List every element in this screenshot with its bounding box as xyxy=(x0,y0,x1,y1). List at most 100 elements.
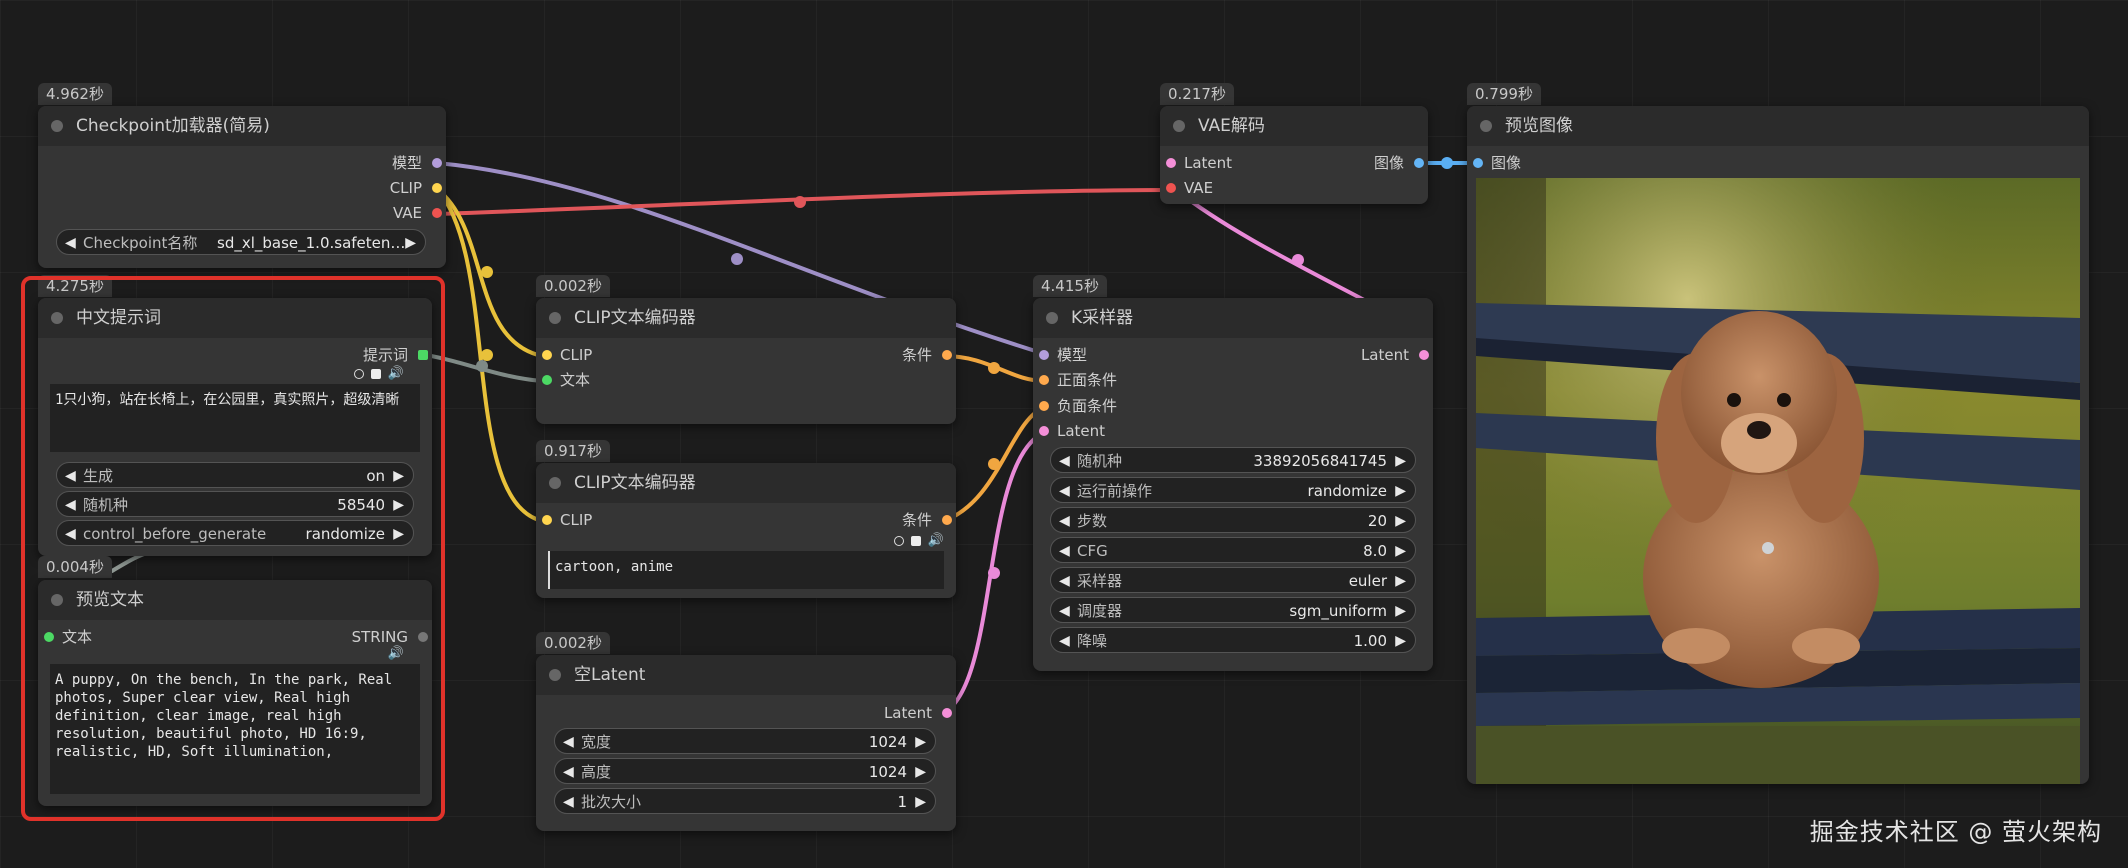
left-arrow-icon[interactable]: ◀ xyxy=(65,230,76,254)
seed-number[interactable]: ◀ 随机种 58540 ▶ xyxy=(56,491,414,517)
port-dot-icon[interactable] xyxy=(432,208,442,218)
output-string[interactable]: STRING xyxy=(352,626,432,648)
input-negative[interactable]: 负面条件 xyxy=(1033,395,1117,417)
checkpoint-loader-node[interactable]: Checkpoint加载器(简易) 模型 CLIP VAE ◀ Checkpoi… xyxy=(38,106,446,268)
ksampler-node[interactable]: K采样器 模型 正面条件 负面条件 Latent Latent ◀ 随机种 33… xyxy=(1033,298,1433,671)
width-number[interactable]: ◀ 宽度 1024 ▶ xyxy=(554,728,936,754)
right-arrow-icon[interactable]: ▶ xyxy=(1395,508,1406,532)
input-clip[interactable]: CLIP xyxy=(536,344,592,366)
port-dot-icon[interactable] xyxy=(942,708,952,718)
input-image[interactable]: 图像 xyxy=(1467,152,1521,174)
node-title[interactable]: 预览文本 xyxy=(38,580,432,620)
empty-latent-node[interactable]: 空Latent Latent ◀ 宽度 1024 ▶ ◀ 高度 1024 ▶ ◀… xyxy=(536,655,956,831)
right-arrow-icon[interactable]: ▶ xyxy=(1395,478,1406,502)
node-title[interactable]: Checkpoint加载器(简易) xyxy=(38,106,446,146)
right-arrow-icon[interactable]: ▶ xyxy=(1395,598,1406,622)
port-dot-icon[interactable] xyxy=(44,632,54,642)
right-arrow-icon[interactable]: ▶ xyxy=(405,230,416,254)
collapse-dot-icon[interactable] xyxy=(1046,312,1058,324)
port-dot-icon[interactable] xyxy=(942,515,952,525)
output-latent[interactable]: Latent xyxy=(884,702,956,724)
port-dot-icon[interactable] xyxy=(432,158,442,168)
clip-text-encode-positive-node[interactable]: CLIP文本编码器 CLIP 文本 条件 xyxy=(536,298,956,424)
collapse-dot-icon[interactable] xyxy=(549,312,561,324)
right-arrow-icon[interactable]: ▶ xyxy=(1395,628,1406,652)
input-positive[interactable]: 正面条件 xyxy=(1033,369,1117,391)
collapse-dot-icon[interactable] xyxy=(1173,120,1185,132)
left-arrow-icon[interactable]: ◀ xyxy=(563,789,574,813)
left-arrow-icon[interactable]: ◀ xyxy=(1059,628,1070,652)
left-arrow-icon[interactable]: ◀ xyxy=(1059,598,1070,622)
radio-icon[interactable] xyxy=(353,368,364,379)
preview-text-node[interactable]: 预览文本 文本 STRING 🔊 A puppy, On the bench, … xyxy=(38,580,432,806)
port-dot-icon[interactable] xyxy=(1039,426,1049,436)
node-title[interactable]: VAE解码 xyxy=(1160,106,1428,146)
port-dot-icon[interactable] xyxy=(1039,350,1049,360)
denoise-number[interactable]: ◀ 降噪 1.00 ▶ xyxy=(1050,627,1416,653)
speaker-icon[interactable]: 🔊 xyxy=(388,366,404,382)
output-conditioning[interactable]: 条件 xyxy=(902,344,956,366)
input-model[interactable]: 模型 xyxy=(1033,344,1087,366)
speaker-icon[interactable]: 🔊 xyxy=(928,533,944,549)
right-arrow-icon[interactable]: ▶ xyxy=(1395,448,1406,472)
port-dot-icon[interactable] xyxy=(1039,401,1049,411)
port-dot-icon[interactable] xyxy=(1419,350,1429,360)
collapse-dot-icon[interactable] xyxy=(1480,120,1492,132)
port-dot-icon[interactable] xyxy=(542,350,552,360)
node-title[interactable]: CLIP文本编码器 xyxy=(536,463,956,503)
right-arrow-icon[interactable]: ▶ xyxy=(393,463,404,487)
prompt-textarea[interactable]: 1只小狗，站在长椅上，在公园里，真实照片，超级清晰 xyxy=(50,384,420,452)
input-text[interactable]: 文本 xyxy=(536,369,590,391)
port-dot-icon[interactable] xyxy=(542,515,552,525)
negative-prompt-textarea[interactable]: cartoon, anime xyxy=(548,551,944,589)
input-latent[interactable]: Latent xyxy=(1160,152,1232,174)
seed-number[interactable]: ◀ 随机种 33892056841745 ▶ xyxy=(1050,447,1416,473)
speaker-icon[interactable]: 🔊 xyxy=(388,646,404,662)
output-vae[interactable]: VAE xyxy=(393,202,446,224)
collapse-dot-icon[interactable] xyxy=(549,669,561,681)
right-arrow-icon[interactable]: ▶ xyxy=(393,521,404,545)
grid-port-icon[interactable] xyxy=(418,350,428,360)
batch-size-number[interactable]: ◀ 批次大小 1 ▶ xyxy=(554,788,936,814)
left-arrow-icon[interactable]: ◀ xyxy=(563,759,574,783)
port-dot-icon[interactable] xyxy=(1039,375,1049,385)
sampler-combo[interactable]: ◀ 采样器 euler ▶ xyxy=(1050,567,1416,593)
left-arrow-icon[interactable]: ◀ xyxy=(1059,568,1070,592)
port-dot-icon[interactable] xyxy=(1473,158,1483,168)
checkbox-icon[interactable] xyxy=(910,535,921,546)
left-arrow-icon[interactable]: ◀ xyxy=(1059,538,1070,562)
node-title[interactable]: K采样器 xyxy=(1033,298,1433,338)
preview-textarea[interactable]: A puppy, On the bench, In the park, Real… xyxy=(50,664,420,794)
left-arrow-icon[interactable]: ◀ xyxy=(65,492,76,516)
right-arrow-icon[interactable]: ▶ xyxy=(915,759,926,783)
vae-decode-node[interactable]: VAE解码 Latent VAE 图像 xyxy=(1160,106,1428,204)
output-clip[interactable]: CLIP xyxy=(390,177,446,199)
output-conditioning[interactable]: 条件 xyxy=(902,509,956,531)
node-title[interactable]: CLIP文本编码器 xyxy=(536,298,956,338)
collapse-dot-icon[interactable] xyxy=(549,477,561,489)
generate-toggle[interactable]: ◀ 生成 on ▶ xyxy=(56,462,414,488)
checkbox-icon[interactable] xyxy=(370,368,381,379)
right-arrow-icon[interactable]: ▶ xyxy=(1395,538,1406,562)
port-dot-icon[interactable] xyxy=(418,632,428,642)
control-after-generate-combo[interactable]: ◀ 运行前操作 randomize ▶ xyxy=(1050,477,1416,503)
left-arrow-icon[interactable]: ◀ xyxy=(1059,448,1070,472)
input-latent[interactable]: Latent xyxy=(1033,420,1105,442)
preview-image[interactable] xyxy=(1476,178,2080,784)
port-dot-icon[interactable] xyxy=(1166,158,1176,168)
port-dot-icon[interactable] xyxy=(432,183,442,193)
clip-text-encode-negative-node[interactable]: CLIP文本编码器 CLIP 条件 🔊 cartoon, anime xyxy=(536,463,956,598)
port-dot-icon[interactable] xyxy=(1414,158,1424,168)
left-arrow-icon[interactable]: ◀ xyxy=(65,521,76,545)
port-dot-icon[interactable] xyxy=(942,350,952,360)
left-arrow-icon[interactable]: ◀ xyxy=(563,729,574,753)
node-title[interactable]: 中文提示词 xyxy=(38,298,432,338)
height-number[interactable]: ◀ 高度 1024 ▶ xyxy=(554,758,936,784)
output-latent[interactable]: Latent xyxy=(1361,344,1433,366)
cfg-number[interactable]: ◀ CFG 8.0 ▶ xyxy=(1050,537,1416,563)
input-vae[interactable]: VAE xyxy=(1160,177,1213,199)
port-dot-icon[interactable] xyxy=(542,375,552,385)
node-title[interactable]: 空Latent xyxy=(536,655,956,695)
left-arrow-icon[interactable]: ◀ xyxy=(65,463,76,487)
right-arrow-icon[interactable]: ▶ xyxy=(1395,568,1406,592)
